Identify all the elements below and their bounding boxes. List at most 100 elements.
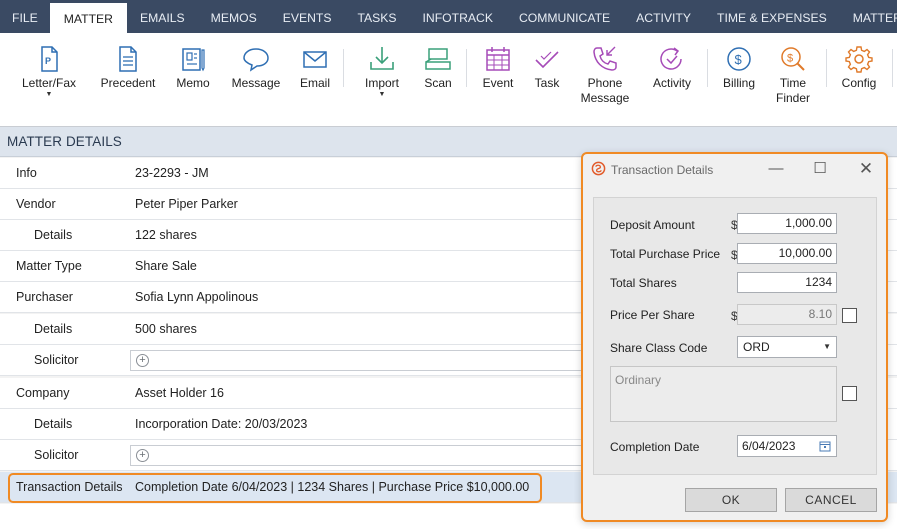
- tab-tasks[interactable]: TASKS: [344, 0, 409, 33]
- scanner-icon: [425, 48, 451, 70]
- company-details-value: Incorporation Date: 20/03/2023: [135, 417, 308, 431]
- svg-text:$: $: [735, 52, 743, 67]
- close-icon[interactable]: ✕: [855, 158, 877, 180]
- dialog-form-panel: Deposit Amount $ 1,000.00 Total Purchase…: [593, 197, 877, 475]
- ribbon-toolbar: P Letter/Fax ▼ Precedent Memo Message Em…: [0, 33, 897, 127]
- download-icon: [370, 47, 394, 70]
- billing-button[interactable]: $ Billing: [717, 44, 761, 91]
- purchaser-value: Sofia Lynn Appolinous: [135, 290, 259, 304]
- tab-infotrack[interactable]: INFOTRACK: [410, 0, 506, 33]
- completion-date-input[interactable]: 6/04/2023: [737, 435, 837, 457]
- ribbon-separator: [707, 49, 708, 87]
- chevron-down-icon: ▼: [823, 342, 831, 351]
- time-finder-button[interactable]: $ Time Finder: [771, 44, 815, 106]
- tab-activity[interactable]: ACTIVITY: [623, 0, 704, 33]
- tab-time-expenses[interactable]: TIME & EXPENSES: [704, 0, 840, 33]
- tab-matter[interactable]: MATTER: [49, 3, 127, 33]
- email-button[interactable]: Email: [294, 44, 336, 91]
- tab-memos[interactable]: MEMOS: [198, 0, 270, 33]
- import-button[interactable]: Import ▼: [358, 44, 406, 98]
- add-circle-icon[interactable]: +: [136, 354, 149, 367]
- minimize-icon[interactable]: —: [765, 158, 787, 180]
- transaction-details-value: Completion Date 6/04/2023 | 1234 Shares …: [135, 480, 530, 494]
- total-shares-label: Total Shares: [610, 276, 677, 290]
- deposit-amount-label: Deposit Amount: [610, 218, 695, 232]
- transaction-details-dialog: Transaction Details — ☐ ✕ Deposit Amount…: [581, 152, 888, 522]
- scan-button[interactable]: Scan: [418, 44, 458, 91]
- email-label: Email: [299, 76, 330, 90]
- calendar-icon: [486, 47, 510, 71]
- menu-bar: FILE MATTER EMAILS MEMOS EVENTS TASKS INFOTRAC…: [0, 0, 897, 33]
- company-value: Asset Holder 16: [135, 386, 224, 400]
- event-label: Event: [482, 76, 514, 90]
- info-value: 23-2293 - JM: [135, 166, 209, 180]
- dollar-circle-icon: $: [727, 47, 751, 71]
- company-label: Company: [16, 386, 70, 400]
- share-class-description: Ordinary: [610, 366, 837, 422]
- phone-message-label-line1: Phone: [587, 76, 623, 90]
- vendor-label: Vendor: [16, 197, 56, 211]
- tab-events[interactable]: EVENTS: [270, 0, 345, 33]
- import-label: Import: [364, 76, 399, 90]
- share-class-code-label: Share Class Code: [610, 341, 708, 355]
- dialog-title: Transaction Details: [611, 163, 714, 177]
- purchaser-label: Purchaser: [16, 290, 73, 304]
- document-icon: P: [41, 46, 58, 72]
- event-button[interactable]: Event: [478, 44, 518, 91]
- ok-button[interactable]: OK: [685, 488, 777, 512]
- precedent-label: Precedent: [100, 76, 156, 90]
- purchaser-solicitor-label: Solicitor: [34, 353, 79, 367]
- price-per-share-label: Price Per Share: [610, 308, 695, 322]
- scan-label: Scan: [424, 76, 452, 90]
- tab-matter-insights[interactable]: MATTER INSIGHTS: [840, 0, 897, 33]
- precedent-button[interactable]: Precedent: [98, 44, 158, 91]
- checkmark-icon: [535, 51, 559, 69]
- activity-refresh-icon: [660, 47, 682, 70]
- tab-emails[interactable]: EMAILS: [127, 0, 198, 33]
- ribbon-separator: [343, 49, 344, 87]
- svg-text:P: P: [45, 56, 51, 66]
- add-circle-icon[interactable]: +: [136, 449, 149, 462]
- total-purchase-price-label: Total Purchase Price: [610, 247, 721, 261]
- memo-icon: [182, 48, 205, 72]
- dropdown-arrow-icon: ▼: [45, 91, 53, 98]
- tab-communicate[interactable]: COMMUNICATE: [506, 0, 623, 33]
- deposit-amount-input[interactable]: 1,000.00: [737, 213, 837, 234]
- memo-label: Memo: [176, 76, 210, 90]
- app-logo-icon: [591, 161, 606, 176]
- purchaser-details-value: 500 shares: [135, 322, 197, 336]
- config-button[interactable]: Config: [836, 44, 882, 91]
- message-button[interactable]: Message: [229, 44, 283, 91]
- completion-date-label: Completion Date: [610, 440, 700, 454]
- price-per-share-checkbox[interactable]: [842, 308, 857, 323]
- calendar-picker-icon[interactable]: [819, 440, 831, 452]
- ribbon-separator: [826, 49, 827, 87]
- envelope-icon: [303, 51, 327, 68]
- matter-type-value: Share Sale: [135, 259, 197, 273]
- total-shares-input[interactable]: 1234: [737, 272, 837, 293]
- task-button[interactable]: Task: [528, 44, 566, 91]
- price-per-share-input: 8.10: [737, 304, 837, 325]
- time-finder-label-line2: Finder: [775, 91, 810, 105]
- tab-file[interactable]: FILE: [0, 0, 50, 33]
- company-solicitor-field[interactable]: +: [130, 445, 590, 466]
- config-label: Config: [841, 76, 877, 90]
- company-solicitor-label: Solicitor: [34, 448, 79, 462]
- activity-button[interactable]: Activity: [646, 44, 698, 91]
- share-class-code-select[interactable]: ORD ▼: [737, 336, 837, 358]
- time-finder-label-line1: Time: [779, 76, 807, 90]
- speech-bubble-icon: [243, 48, 269, 72]
- purchaser-solicitor-field[interactable]: +: [130, 350, 590, 371]
- memo-button[interactable]: Memo: [170, 44, 216, 91]
- precedent-document-icon: [119, 46, 137, 72]
- magnifier-dollar-icon: $: [781, 47, 805, 71]
- cancel-button[interactable]: CANCEL: [785, 488, 877, 512]
- company-details-label: Details: [34, 417, 73, 431]
- share-class-checkbox[interactable]: [842, 386, 857, 401]
- completion-date-value: 6/04/2023: [742, 439, 796, 453]
- total-purchase-price-input[interactable]: 10,000.00: [737, 243, 837, 264]
- maximize-icon[interactable]: ☐: [809, 158, 831, 180]
- letter-fax-button[interactable]: P Letter/Fax ▼: [18, 44, 80, 98]
- vendor-details-value: 122 shares: [135, 228, 197, 242]
- phone-message-button[interactable]: Phone Message: [578, 44, 632, 106]
